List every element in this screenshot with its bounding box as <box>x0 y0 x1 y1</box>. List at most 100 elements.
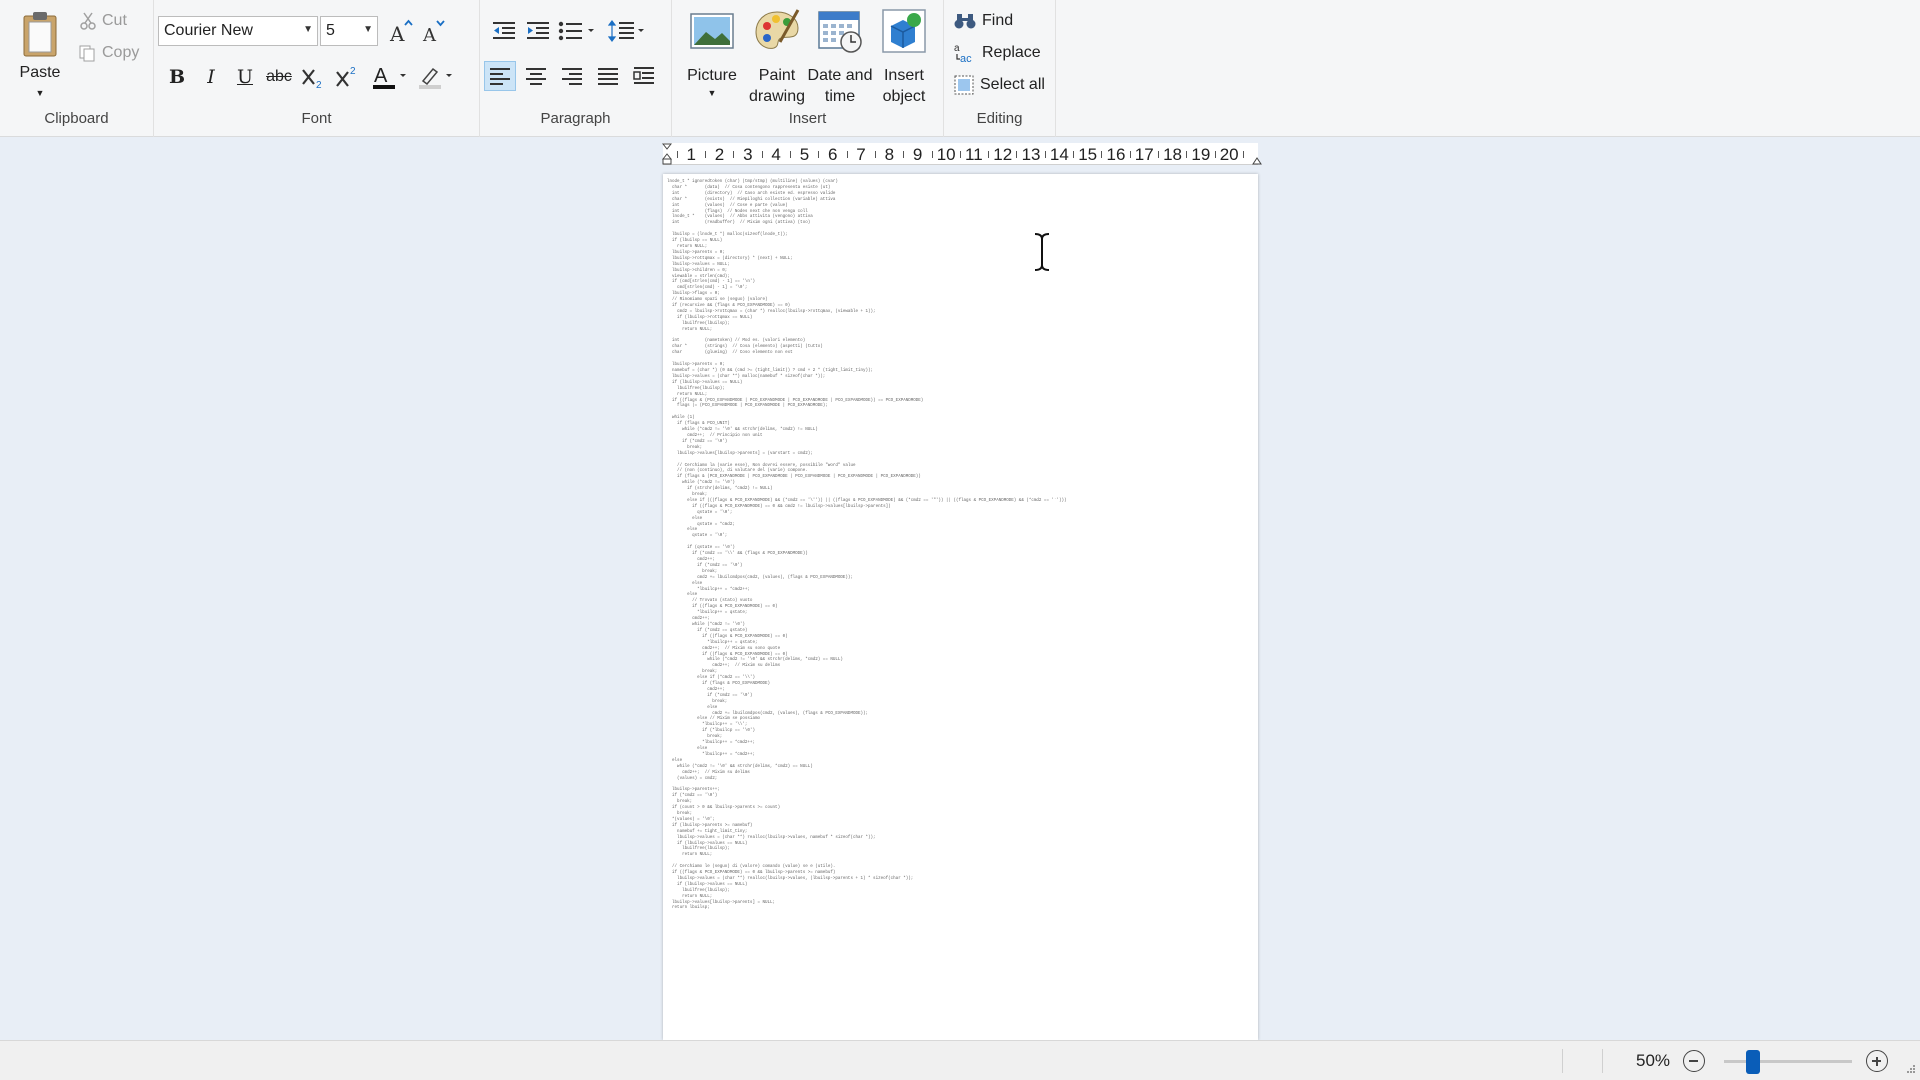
paste-label: Paste <box>19 64 61 81</box>
paragraph-settings-button[interactable] <box>628 61 660 91</box>
font-family-select[interactable]: Courier New ▼ <box>158 16 318 46</box>
copy-button[interactable]: Copy <box>78 40 139 66</box>
align-center-button[interactable] <box>520 61 552 91</box>
grow-font-icon: A <box>389 19 413 44</box>
date-time-button[interactable]: Date and time <box>805 8 875 108</box>
ruler-number: 15 <box>1078 145 1098 164</box>
align-center-icon <box>526 68 546 85</box>
font-size-select[interactable]: 5 ▼ <box>320 16 378 46</box>
replace-button[interactable]: a ac Replace <box>954 40 1041 66</box>
line-spacing-icon <box>608 20 644 42</box>
ruler-number: 4 <box>771 145 781 164</box>
highlight-color-button[interactable] <box>418 62 458 92</box>
ruler-number: 6 <box>828 145 838 164</box>
ruler-number: 16 <box>1106 145 1126 164</box>
ruler-tick <box>733 151 735 158</box>
strikethrough-button[interactable]: abc <box>264 62 294 92</box>
svg-text:2: 2 <box>350 66 356 77</box>
editing-group: Find a ac Replace Select all Editing <box>944 0 1056 137</box>
zoom-in-button[interactable] <box>1866 1050 1888 1072</box>
ruler-tick <box>1073 151 1075 158</box>
strikethrough-icon: abc <box>266 68 292 85</box>
justify-button[interactable] <box>592 61 624 91</box>
increase-indent-button[interactable] <box>522 16 554 46</box>
paragraph-group: Paragraph <box>480 0 672 137</box>
ruler-number: 3 <box>743 145 753 164</box>
bullets-button[interactable] <box>556 16 600 46</box>
document-text[interactable]: lnode_t * ignoredtoken (char) (tmp/stmp)… <box>667 180 1067 912</box>
document-page[interactable]: lnode_t * ignoredtoken (char) (tmp/stmp)… <box>663 174 1258 1040</box>
font-group-label: Font <box>301 110 332 127</box>
find-label: Find <box>982 12 1014 29</box>
shrink-font-button[interactable]: A <box>418 16 448 46</box>
ruler-tick <box>1186 151 1188 158</box>
bold-button[interactable]: B <box>162 62 192 92</box>
ruler-number: 7 <box>856 145 866 164</box>
zoom-out-button[interactable] <box>1683 1050 1705 1072</box>
svg-text:ac: ac <box>960 53 972 64</box>
status-bar: 50% <box>0 1040 1920 1080</box>
ruler[interactable]: 1 2 3 4 5 6 7 8 9 10 11 12 13 14 15 16 17 18 19 20 <box>662 143 1262 165</box>
subscript-button[interactable]: 2 <box>298 62 328 92</box>
insert-object-icon <box>882 9 926 53</box>
insert-group-label: Insert <box>788 110 827 127</box>
zoom-percent: 50% <box>1636 1051 1671 1070</box>
date-time-label-1: Date and <box>807 67 873 84</box>
zoom-slider-track[interactable] <box>1724 1060 1852 1063</box>
ruler-number: 1 <box>686 145 696 164</box>
ruler-tick <box>1242 151 1244 158</box>
paint-drawing-label-2: drawing <box>748 88 806 105</box>
underline-icon: U <box>236 66 253 88</box>
paint-drawing-button[interactable]: Paint drawing <box>742 8 812 108</box>
font-family-value: Courier New <box>164 22 253 39</box>
select-all-icon <box>954 75 974 95</box>
status-divider <box>1562 1049 1563 1073</box>
text-color-button[interactable]: A <box>372 62 412 92</box>
underline-button[interactable]: U <box>230 62 260 92</box>
clipboard-group: Paste ▼ Cut Copy Clipboard <box>0 0 154 137</box>
shrink-font-icon: A <box>422 20 445 44</box>
ruler-tick <box>676 151 678 158</box>
select-all-button[interactable]: Select all <box>954 72 1045 98</box>
paste-button[interactable]: Paste ▼ <box>8 6 72 102</box>
ruler-number: 19 <box>1191 145 1211 164</box>
ruler-tick <box>705 151 707 158</box>
clipboard-group-label: Clipboard <box>44 110 109 127</box>
ruler-number: 17 <box>1134 145 1154 164</box>
font-size-value: 5 <box>326 22 335 39</box>
decrease-indent-icon <box>493 22 515 39</box>
replace-icon: a ac <box>954 43 972 64</box>
date-time-label-2: time <box>824 88 856 105</box>
ruler-number: 11 <box>965 145 983 164</box>
resize-grip-icon[interactable] <box>1906 1064 1916 1074</box>
ruler-tick <box>818 151 820 158</box>
ruler-number: 9 <box>912 145 923 164</box>
italic-button[interactable]: I <box>196 62 226 92</box>
copy-icon <box>79 45 95 62</box>
increase-indent-icon <box>527 22 549 39</box>
chevron-down-icon: ▼ <box>303 24 313 35</box>
cut-button[interactable]: Cut <box>80 8 127 34</box>
copy-label: Copy <box>102 44 140 61</box>
ruler-tick <box>790 151 792 158</box>
find-button[interactable]: Find <box>954 8 1013 34</box>
paint-drawing-label-1: Paint <box>758 67 796 84</box>
align-left-button[interactable] <box>484 61 516 91</box>
scissors-icon <box>80 12 96 30</box>
align-right-button[interactable] <box>556 61 588 91</box>
superscript-button[interactable]: 2 <box>332 62 362 92</box>
ruler-number: 18 <box>1163 145 1183 164</box>
insert-object-button[interactable]: Insert object <box>872 8 936 108</box>
decrease-indent-button[interactable] <box>488 16 520 46</box>
ruler-number: 5 <box>799 145 810 164</box>
line-spacing-button[interactable] <box>606 16 650 46</box>
picture-button[interactable]: Picture ▼ <box>680 8 744 108</box>
i-beam-cursor-icon <box>1034 232 1050 272</box>
insert-group: Picture ▼ Paint drawing Date and time In… <box>672 0 944 137</box>
binoculars-icon <box>954 14 976 29</box>
replace-label: Replace <box>982 44 1041 61</box>
zoom-slider-thumb[interactable] <box>1746 1050 1760 1074</box>
grow-font-button[interactable]: A <box>386 16 416 46</box>
align-right-icon <box>562 68 582 85</box>
text-color-icon: A <box>373 65 406 89</box>
